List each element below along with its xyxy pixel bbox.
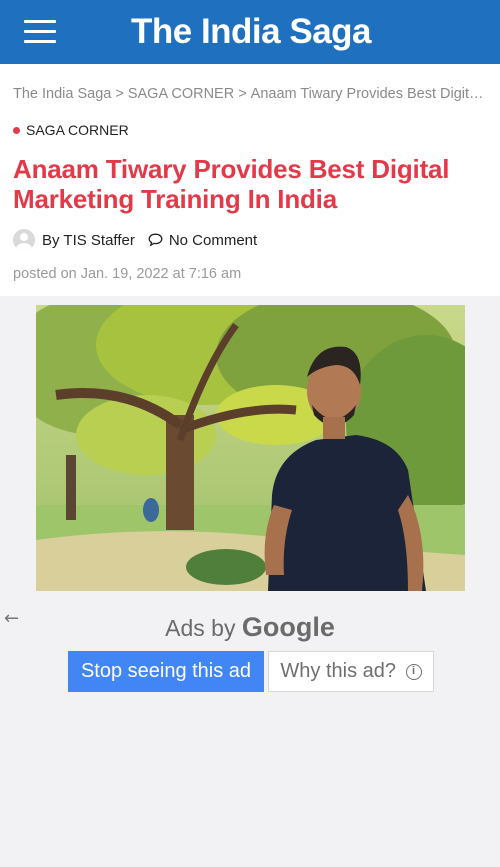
article-meta: By TIS Staffer No Comment bbox=[13, 229, 257, 251]
author-avatar bbox=[13, 229, 35, 251]
breadcrumb-separator: > bbox=[238, 86, 247, 102]
posted-date: posted on Jan. 19, 2022 at 7:16 am bbox=[13, 266, 242, 282]
info-icon: i bbox=[405, 663, 422, 680]
article-featured-image bbox=[36, 305, 465, 591]
category-label: SAGA CORNER bbox=[26, 122, 129, 138]
why-this-ad-button[interactable]: Why this ad? i bbox=[268, 651, 434, 692]
ads-by-google-label: Ads by Google bbox=[0, 612, 500, 643]
breadcrumb: The India Saga > SAGA CORNER > Anaam Tiwary … bbox=[13, 86, 490, 102]
comment-icon bbox=[148, 233, 163, 247]
author-name[interactable]: By TIS Staffer bbox=[42, 232, 135, 249]
category-dot-icon bbox=[13, 126, 20, 134]
comment-count[interactable]: No Comment bbox=[169, 232, 257, 249]
why-this-ad-label: Why this ad? bbox=[280, 660, 397, 682]
breadcrumb-category[interactable]: SAGA CORNER bbox=[128, 86, 234, 102]
breadcrumb-current: Anaam Tiwary Provides Best Digital Marke… bbox=[250, 86, 490, 102]
breadcrumb-separator: > bbox=[115, 86, 124, 102]
ads-by-prefix: Ads by bbox=[165, 615, 236, 641]
top-app-bar: The India Saga bbox=[0, 0, 500, 64]
stop-seeing-ad-button[interactable]: Stop seeing this ad bbox=[68, 651, 264, 692]
article-title: Anaam Tiwary Provides Best Digital Marke… bbox=[13, 154, 450, 214]
breadcrumb-home[interactable]: The India Saga bbox=[13, 86, 111, 102]
google-logo: Google bbox=[241, 612, 335, 642]
category-tag[interactable]: SAGA CORNER bbox=[13, 122, 129, 138]
site-title[interactable]: The India Saga bbox=[0, 0, 500, 64]
